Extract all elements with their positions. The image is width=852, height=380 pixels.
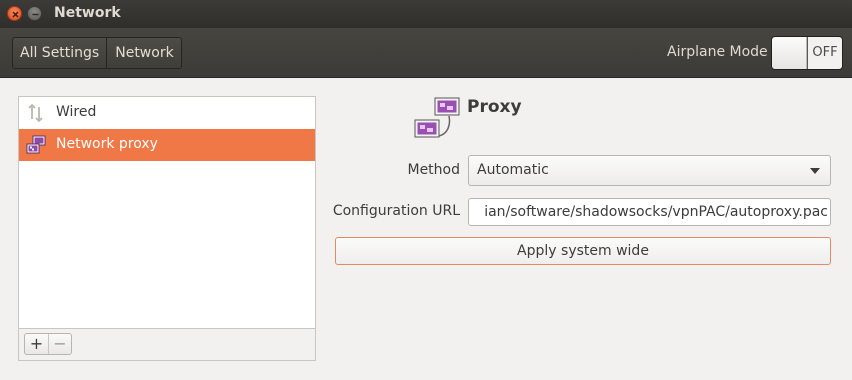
apply-system-wide-button[interactable]: Apply system wide	[335, 237, 831, 265]
chevron-down-icon	[810, 168, 820, 174]
method-dropdown[interactable]: Automatic	[468, 155, 831, 186]
breadcrumb-all-settings[interactable]: All Settings	[13, 38, 106, 68]
configuration-url-label: Configuration URL	[332, 203, 460, 219]
connection-list: Wired Network proxy + −	[18, 96, 316, 361]
method-value: Automatic	[477, 162, 549, 178]
airplane-mode-switch[interactable]: OFF	[771, 36, 843, 70]
remove-connection-button[interactable]: −	[48, 334, 71, 354]
title-bar: Network	[0, 0, 852, 28]
switch-state-label: OFF	[808, 37, 842, 69]
airplane-mode-label: Airplane Mode	[667, 44, 768, 60]
switch-knob[interactable]	[772, 37, 807, 69]
sidebar-item-network-proxy[interactable]: Network proxy	[19, 129, 315, 161]
window-title: Network	[54, 5, 121, 21]
network-proxy-icon	[26, 135, 46, 154]
breadcrumb-network[interactable]: Network	[106, 38, 180, 68]
close-icon	[12, 11, 19, 18]
close-window-button[interactable]	[7, 6, 22, 21]
sidebar-item-wired[interactable]: Wired	[19, 97, 315, 129]
minimize-window-button[interactable]	[27, 6, 42, 21]
minimize-icon	[32, 13, 39, 16]
sidebar-item-label: Network proxy	[56, 136, 158, 152]
configuration-url-field[interactable]: ian/software/shadowsocks/vpnPAC/autoprox…	[468, 198, 831, 226]
add-connection-button[interactable]: +	[25, 334, 48, 354]
method-label: Method	[407, 162, 460, 178]
sidebar-item-label: Wired	[56, 104, 97, 120]
list-toolbar: + −	[19, 328, 315, 360]
configuration-url-value: ian/software/shadowsocks/vpnPAC/autoprox…	[484, 204, 828, 220]
wired-arrows-icon	[28, 103, 43, 123]
proxy-title: Proxy	[467, 97, 522, 117]
network-proxy-icon	[414, 97, 460, 138]
header-bar: All Settings Network Airplane Mode OFF	[0, 28, 852, 78]
add-remove-group: + −	[24, 333, 72, 355]
breadcrumb: All Settings Network	[12, 37, 182, 69]
